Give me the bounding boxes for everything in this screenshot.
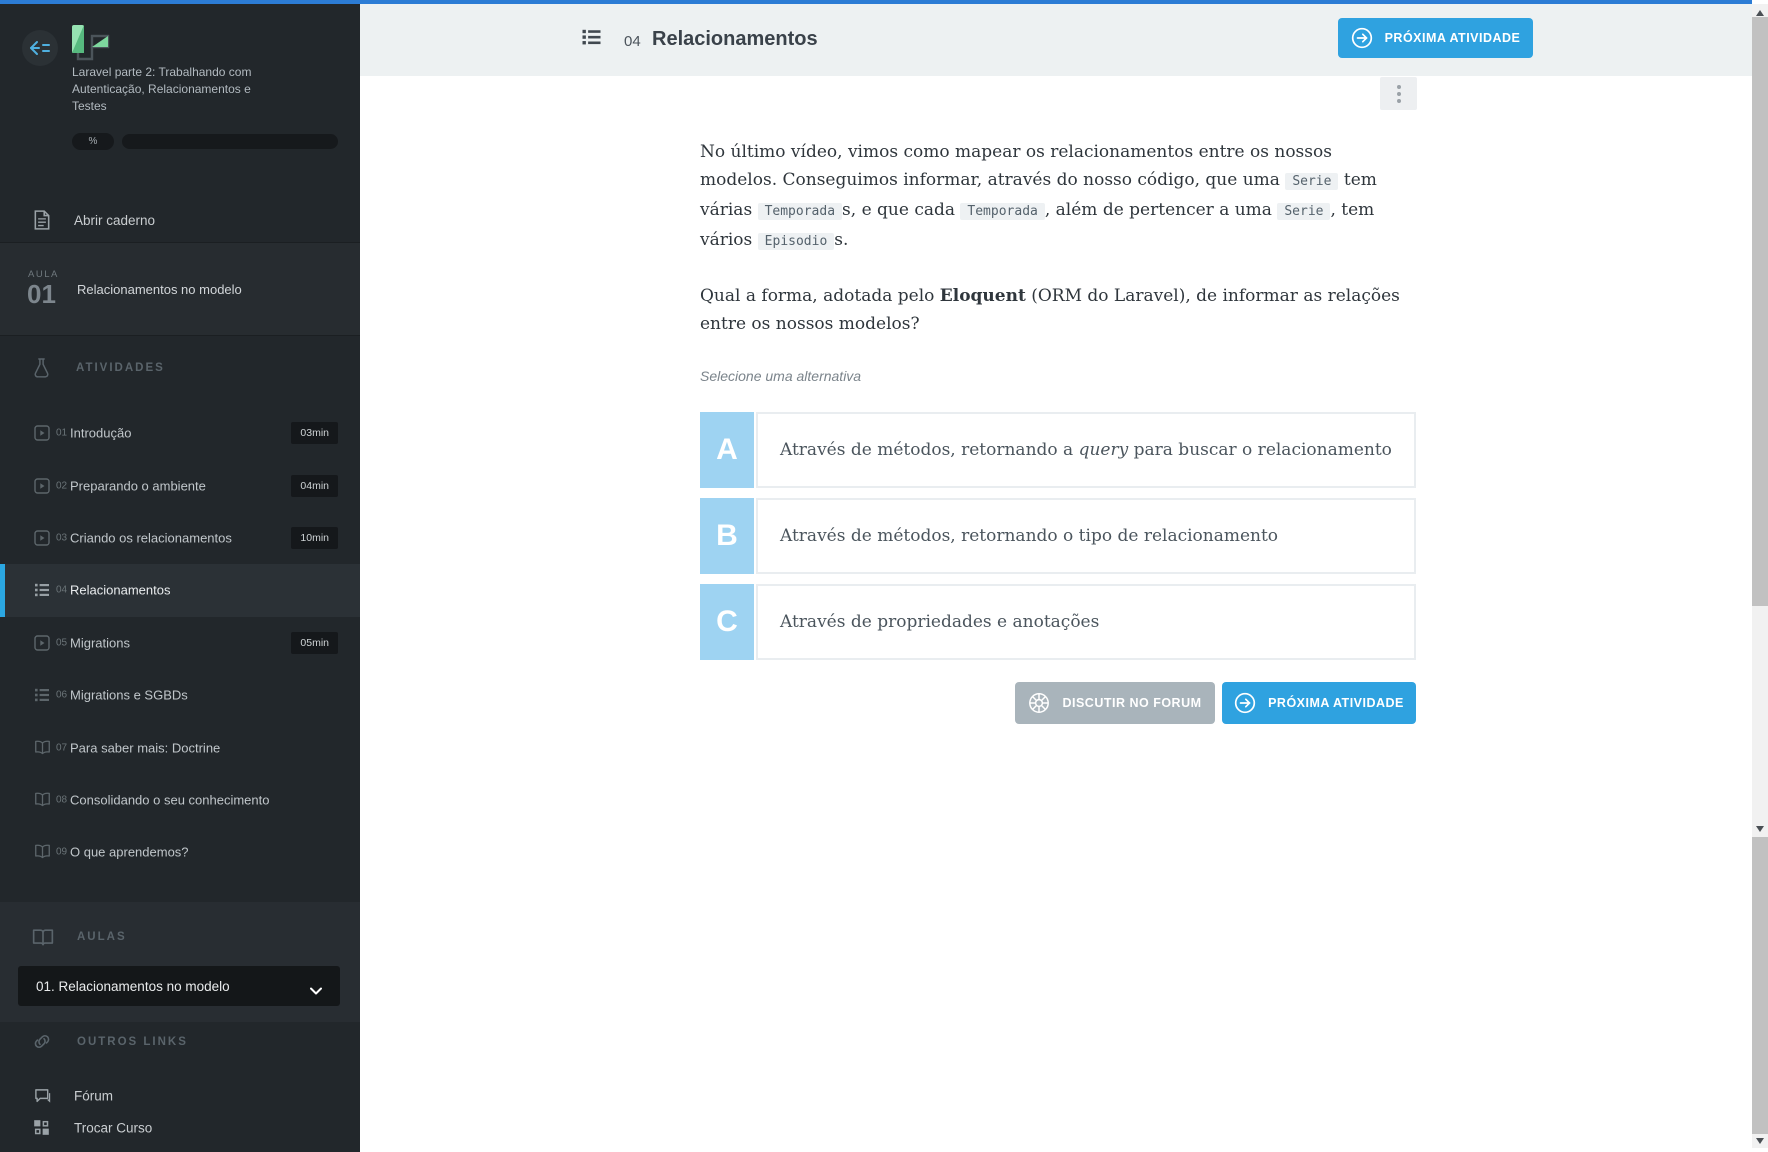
discuss-forum-label: DISCUTIR NO FORUM xyxy=(1062,696,1202,710)
answer-option-C[interactable]: C Através de propriedades e anotações xyxy=(700,584,1416,660)
duration-badge: 03min xyxy=(291,422,338,445)
other-links-header: OUTROS LINKS xyxy=(32,1032,188,1051)
answer-option-B[interactable]: B Através de métodos, retornando o tipo … xyxy=(700,498,1416,574)
duration-badge: 04min xyxy=(291,474,338,497)
sidebar-activity-03[interactable]: 03 Criando os relacionamentos 10min xyxy=(0,512,360,564)
scroll-down-arrow[interactable] xyxy=(1756,826,1764,832)
option-letter: B xyxy=(700,498,754,574)
vertical-scrollbar[interactable] xyxy=(1752,4,1768,1148)
activities-header-label: ATIVIDADES xyxy=(76,362,165,374)
scrollbar-thumb[interactable] xyxy=(1752,837,1768,1134)
next-activity-button-bottom[interactable]: PRÓXIMA ATIVIDADE xyxy=(1222,682,1416,724)
reading-icon xyxy=(34,740,50,756)
forum-icon xyxy=(34,1088,51,1104)
lesson-dropdown-value: 01. Relacionamentos no modelo xyxy=(36,978,230,994)
arrow-circle-icon xyxy=(1234,692,1256,714)
arrow-circle-icon xyxy=(1351,27,1373,49)
course-title: Laravel parte 2: Trabalhando com Autenti… xyxy=(72,65,252,113)
sidebar-activity-08[interactable]: 08 Consolidando o seu conhecimento xyxy=(0,774,360,826)
quiz-icon xyxy=(34,582,50,598)
video-icon xyxy=(34,425,50,441)
page-title: Relacionamentos xyxy=(652,28,818,50)
reading-icon xyxy=(34,844,50,860)
sidebar-activity-04[interactable]: 04 Relacionamentos xyxy=(0,564,360,617)
activities-section-header: ATIVIDADES xyxy=(33,356,165,380)
flask-icon xyxy=(33,356,50,380)
discuss-forum-button[interactable]: DISCUTIR NO FORUM xyxy=(1015,682,1215,724)
next-activity-button-top[interactable]: PRÓXIMA ATIVIDADE xyxy=(1338,18,1533,58)
forum-wheel-icon xyxy=(1028,692,1050,714)
lesson-number: 01 xyxy=(27,279,56,309)
sidebar-link-fórum[interactable]: Fórum xyxy=(0,1080,360,1112)
activities-list: 01 Introdução 03min 02 Preparando o ambi… xyxy=(0,407,360,879)
other-links-list: Fórum Trocar Curso xyxy=(0,1080,360,1144)
aulas-section-header: AULAS xyxy=(32,928,127,946)
option-letter: A xyxy=(700,412,754,488)
open-book-icon xyxy=(32,928,54,946)
lesson-dropdown[interactable]: 01. Relacionamentos no modelo xyxy=(18,966,340,1006)
select-alternative-hint: Selecione uma alternativa xyxy=(700,368,862,384)
lesson-title: Relacionamentos no modelo xyxy=(77,282,242,297)
switch-course-icon xyxy=(34,1120,51,1136)
option-letter: C xyxy=(700,584,754,660)
sidebar-activity-07[interactable]: 07 Para saber mais: Doctrine xyxy=(0,721,360,773)
actions-row: DISCUTIR NO FORUM PRÓXIMA ATIVIDADE xyxy=(700,682,1416,724)
collapse-sidebar-button[interactable] xyxy=(22,30,58,66)
question-content: No último vídeo, vimos como mapear os re… xyxy=(700,138,1416,724)
video-icon xyxy=(34,477,50,494)
activity-list-icon[interactable] xyxy=(582,28,601,46)
answer-option-A[interactable]: A Através de métodos, retornando a query… xyxy=(700,412,1416,488)
notebook-icon xyxy=(34,210,50,230)
more-options-button[interactable] xyxy=(1380,77,1417,110)
progress-percent-badge: % xyxy=(72,133,114,150)
sidebar-activity-01[interactable]: 01 Introdução 03min xyxy=(0,407,360,459)
aulas-header-label: AULAS xyxy=(77,931,127,943)
question-paragraph: Qual a forma, adotada pelo Eloquent (ORM… xyxy=(700,286,1400,334)
activity-header-bar xyxy=(360,4,1752,76)
sidebar: Laravel parte 2: Trabalhando com Autenti… xyxy=(0,4,360,1152)
course-logo-icon xyxy=(70,24,112,64)
aulas-section: AULAS 01. Relacionamentos no modelo xyxy=(0,902,360,1022)
open-notebook-link[interactable]: Abrir caderno xyxy=(0,198,360,242)
collapse-arrow-icon xyxy=(29,40,51,56)
duration-badge: 05min xyxy=(291,631,338,654)
sidebar-activity-09[interactable]: 09 O que aprendemos? xyxy=(0,826,360,878)
sidebar-link-trocar-curso[interactable]: Trocar Curso xyxy=(0,1112,360,1144)
duration-badge: 10min xyxy=(291,526,338,549)
progress-bar xyxy=(122,134,338,149)
video-icon xyxy=(34,530,50,546)
link-icon xyxy=(32,1032,52,1051)
sidebar-activity-06[interactable]: 06 Migrations e SGBDs xyxy=(0,669,360,721)
options-list: A Através de métodos, retornando a query… xyxy=(700,412,1416,660)
other-links-section: OUTROS LINKS Fórum Trocar Curso xyxy=(0,1022,360,1152)
sidebar-activity-05[interactable]: 05 Migrations 05min xyxy=(0,617,360,669)
other-links-header-label: OUTROS LINKS xyxy=(77,1035,188,1048)
open-notebook-label: Abrir caderno xyxy=(74,212,156,228)
scrollbar-thumb[interactable] xyxy=(1752,17,1768,606)
chevron-down-icon xyxy=(310,982,322,995)
next-activity-label: PRÓXIMA ATIVIDADE xyxy=(1384,31,1521,45)
activity-number: 04 xyxy=(624,33,641,50)
scroll-up-arrow[interactable] xyxy=(1756,10,1764,16)
reading-icon xyxy=(34,792,50,808)
next-activity-label: PRÓXIMA ATIVIDADE xyxy=(1268,696,1404,710)
video-icon xyxy=(34,635,50,651)
quiz-icon xyxy=(34,687,50,703)
scroll-down-arrow[interactable] xyxy=(1756,1138,1764,1144)
question-paragraph: No último vídeo, vimos como mapear os re… xyxy=(700,142,1377,250)
sidebar-activity-02[interactable]: 02 Preparando o ambiente 04min xyxy=(0,459,360,511)
current-lesson-banner: AULA 01 Relacionamentos no modelo xyxy=(0,242,360,336)
